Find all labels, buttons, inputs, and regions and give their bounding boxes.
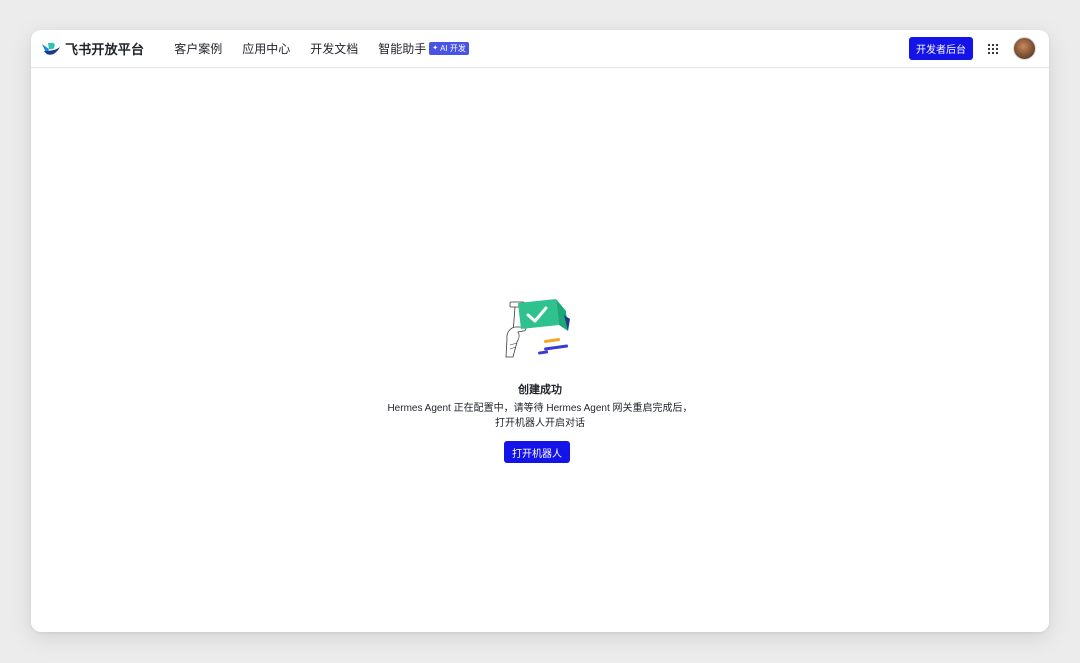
nav-item-smart-assistant[interactable]: 智能助手 ✦ AI 开发 — [378, 40, 469, 57]
nav-item-label: 客户案例 — [174, 42, 223, 56]
nav-item-label: 开发文档 — [310, 42, 359, 56]
main-content: 创建成功 Hermes Agent 正在配置中，请等待 Hermes Agent… — [31, 68, 1049, 632]
user-avatar[interactable] — [1013, 37, 1036, 60]
nav-menu: 客户案例 应用中心 开发文档 智能助手 ✦ AI 开发 — [174, 40, 489, 57]
grid-icon[interactable] — [987, 43, 999, 55]
success-description-line: 打开机器人开启对话 — [495, 418, 585, 429]
ai-dev-badge: ✦ AI 开发 — [429, 42, 469, 55]
nav-item-app-center[interactable]: 应用中心 — [242, 40, 290, 57]
brand-name: 飞书开放平台 — [65, 42, 145, 57]
nav-item-dev-docs[interactable]: 开发文档 — [310, 40, 358, 57]
success-flag-illustration — [505, 299, 570, 358]
nav-item-customer-cases[interactable]: 客户案例 — [174, 40, 222, 57]
success-title: 创建成功 — [518, 384, 562, 396]
developer-console-button[interactable]: 开发者后台 — [909, 37, 973, 60]
header-actions: 开发者后台 — [909, 37, 1036, 60]
top-navbar: 飞书开放平台 客户案例 应用中心 开发文档 智能助手 ✦ AI 开发 开发者后台 — [31, 30, 1049, 68]
success-description: Hermes Agent 正在配置中，请等待 Hermes Agent 网关重启… — [31, 401, 1049, 431]
ai-badge-label: AI 开发 — [440, 44, 466, 53]
brand[interactable]: 飞书开放平台 — [41, 39, 144, 58]
nav-item-label: 智能助手 — [378, 42, 427, 56]
open-bot-button[interactable]: 打开机器人 — [504, 441, 570, 463]
feishu-logo-icon — [42, 42, 60, 55]
sparkle-icon: ✦ — [432, 45, 439, 52]
browser-window: 飞书开放平台 客户案例 应用中心 开发文档 智能助手 ✦ AI 开发 开发者后台 — [31, 30, 1049, 632]
success-description-line: Hermes Agent 正在配置中，请等待 Hermes Agent 网关重启… — [387, 403, 693, 414]
nav-item-label: 应用中心 — [242, 42, 291, 56]
